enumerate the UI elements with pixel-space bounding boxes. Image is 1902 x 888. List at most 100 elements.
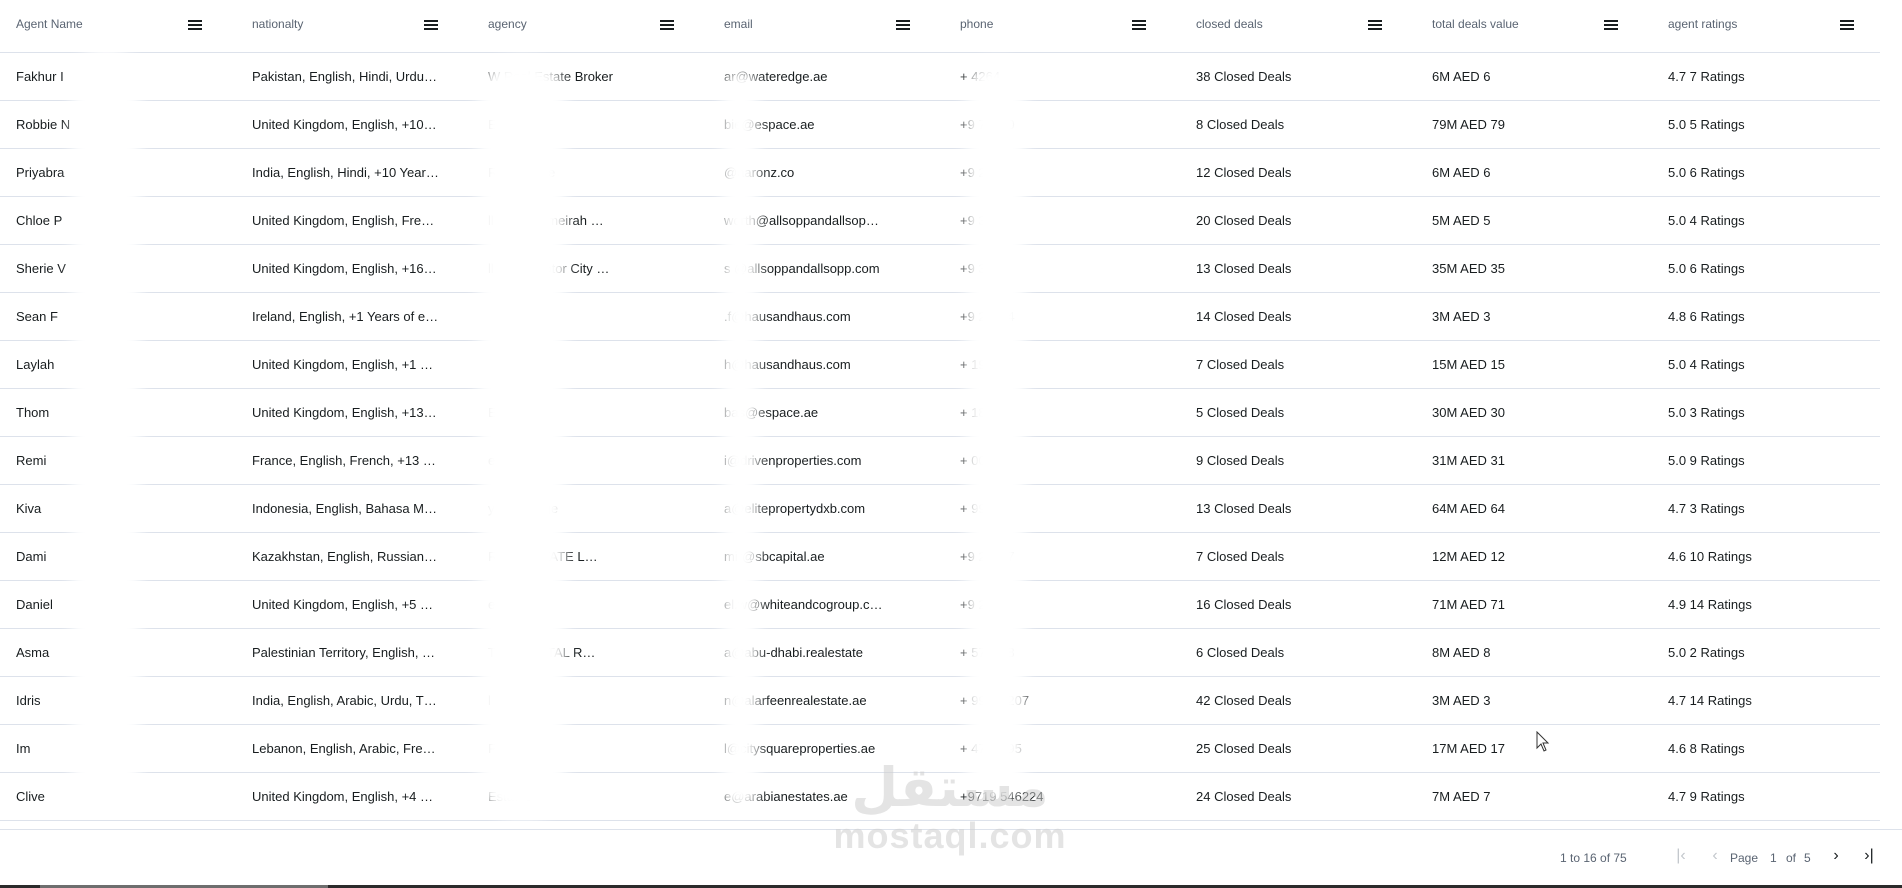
cell-total-deals-value: 64M AED 64 bbox=[1432, 501, 1505, 516]
column-menu-icon[interactable] bbox=[660, 18, 674, 32]
first-page-icon[interactable]: |‹ bbox=[1672, 847, 1690, 865]
column-header-closed-deals[interactable]: closed deals bbox=[1180, 0, 1408, 52]
column-header-label: email bbox=[724, 17, 753, 31]
table-row[interactable]: IdrisIndia, English, Arabic, Urdu, T…l E… bbox=[0, 677, 1880, 725]
column-header-label: nationalty bbox=[252, 17, 304, 31]
cell-total-deals-value: 71M AED 71 bbox=[1432, 597, 1505, 612]
cell-total-deals-value: 6M AED 6 bbox=[1432, 165, 1491, 180]
cell-total-deals-value: 3M AED 3 bbox=[1432, 309, 1491, 324]
cell-closed-deals: 7 Closed Deals bbox=[1196, 549, 1285, 564]
cell-total-deals-value: 15M AED 15 bbox=[1432, 357, 1505, 372]
table-row[interactable]: DanielUnited Kingdom, English, +5 …eal E… bbox=[0, 581, 1880, 629]
cell-closed-deals: 24 Closed Deals bbox=[1196, 789, 1292, 804]
cell-nationality: United Kingdom, English, +16… bbox=[252, 261, 437, 276]
previous-page-icon[interactable]: ‹ bbox=[1706, 847, 1724, 865]
column-menu-icon[interactable] bbox=[1604, 18, 1618, 32]
grid-header: Agent Name nationalty agency email phone clos… bbox=[0, 0, 1880, 53]
current-page-number: 1 bbox=[1770, 851, 1777, 865]
total-pages-number: 5 bbox=[1804, 851, 1811, 865]
table-row[interactable]: DamiKazakhstan, English, Russian…REAL ES… bbox=[0, 533, 1880, 581]
cell-agent-ratings: 5.0 6 Ratings bbox=[1668, 165, 1745, 180]
cell-total-deals-value: 79M AED 79 bbox=[1432, 117, 1505, 132]
column-header-label: total deals value bbox=[1432, 17, 1519, 31]
column-header-label: agent ratings bbox=[1668, 17, 1738, 31]
column-header-total-deals-value[interactable]: total deals value bbox=[1416, 0, 1644, 52]
cell-agent-ratings: 5.0 9 Ratings bbox=[1668, 453, 1745, 468]
table-row[interactable]: Robbie NUnited Kingdom, English, +10…Est… bbox=[0, 101, 1880, 149]
cell-total-deals-value: 31M AED 31 bbox=[1432, 453, 1505, 468]
column-header-label: Agent Name bbox=[16, 17, 83, 31]
cell-agent-ratings: 5.0 4 Ratings bbox=[1668, 213, 1745, 228]
cell-agent-ratings: 5.0 4 Ratings bbox=[1668, 357, 1745, 372]
column-header-email[interactable]: email bbox=[708, 0, 936, 52]
column-header-nationality[interactable]: nationalty bbox=[236, 0, 464, 52]
table-row[interactable]: Fakhur IPakistan, English, Hindi, Urdu…W… bbox=[0, 53, 1880, 101]
column-menu-icon[interactable] bbox=[1132, 18, 1146, 32]
cell-nationality: Ireland, English, +1 Years of e… bbox=[252, 309, 439, 324]
cell-total-deals-value: 17M AED 17 bbox=[1432, 741, 1505, 756]
watermark-logo: مستقل mostaql.com bbox=[830, 760, 1070, 856]
cell-nationality: United Kingdom, English, +13… bbox=[252, 405, 437, 420]
cell-total-deals-value: 30M AED 30 bbox=[1432, 405, 1505, 420]
column-menu-icon[interactable] bbox=[424, 18, 438, 32]
cell-closed-deals: 12 Closed Deals bbox=[1196, 165, 1292, 180]
cell-closed-deals: 13 Closed Deals bbox=[1196, 261, 1292, 276]
cell-total-deals-value: 6M AED 6 bbox=[1432, 69, 1491, 84]
privacy-smudge bbox=[72, 48, 140, 808]
cell-agent-ratings: 4.9 14 Ratings bbox=[1668, 597, 1752, 612]
cell-nationality: United Kingdom, English, Fre… bbox=[252, 213, 435, 228]
privacy-smudge bbox=[966, 60, 1026, 800]
cell-nationality: United Kingdom, English, +4 … bbox=[252, 789, 434, 804]
column-header-agent-ratings[interactable]: agent ratings bbox=[1652, 0, 1880, 52]
cell-total-deals-value: 3M AED 3 bbox=[1432, 693, 1491, 708]
cell-agent-ratings: 4.8 6 Ratings bbox=[1668, 309, 1745, 324]
table-row[interactable]: Laylah United Kingdom, English, +1 … h@hau… bbox=[0, 341, 1880, 389]
table-row[interactable]: RemiFrance, English, French, +13 …erties… bbox=[0, 437, 1880, 485]
table-row[interactable]: Chloe PUnited Kingdom, English, Fre…llso… bbox=[0, 197, 1880, 245]
cell-agent-ratings: 4.7 3 Ratings bbox=[1668, 501, 1745, 516]
cell-agent-ratings: 5.0 3 Ratings bbox=[1668, 405, 1745, 420]
cell-nationality: Indonesia, English, Bahasa M… bbox=[252, 501, 437, 516]
cell-closed-deals: 7 Closed Deals bbox=[1196, 357, 1285, 372]
cell-agent-ratings: 4.7 14 Ratings bbox=[1668, 693, 1752, 708]
cell-total-deals-value: 5M AED 5 bbox=[1432, 213, 1491, 228]
cell-total-deals-value: 7M AED 7 bbox=[1432, 789, 1491, 804]
cell-total-deals-value: 12M AED 12 bbox=[1432, 549, 1505, 564]
table-row[interactable]: ThomUnited Kingdom, English, +13…Estateb… bbox=[0, 389, 1880, 437]
cell-closed-deals: 13 Closed Deals bbox=[1196, 501, 1292, 516]
row-count-summary: 1 to 16 of 75 bbox=[1560, 851, 1627, 865]
next-page-icon[interactable]: › bbox=[1827, 847, 1845, 865]
cell-nationality: United Kingdom, English, +1 … bbox=[252, 357, 434, 372]
cell-agent-ratings: 5.0 6 Ratings bbox=[1668, 261, 1745, 276]
cell-closed-deals: 9 Closed Deals bbox=[1196, 453, 1285, 468]
cell-nationality: Lebanon, English, Arabic, Fre… bbox=[252, 741, 436, 756]
column-header-phone[interactable]: phone bbox=[944, 0, 1172, 52]
cell-closed-deals: 8 Closed Deals bbox=[1196, 117, 1285, 132]
cell-nationality: Kazakhstan, English, Russian… bbox=[252, 549, 437, 564]
table-row[interactable]: Sean F Ireland, English, +1 Years of e… .f… bbox=[0, 293, 1880, 341]
table-row[interactable]: Priyabra India, English, Hindi, +10 Year…… bbox=[0, 149, 1880, 197]
cell-agent-ratings: 5.0 5 Ratings bbox=[1668, 117, 1745, 132]
cell-closed-deals: 42 Closed Deals bbox=[1196, 693, 1292, 708]
column-menu-icon[interactable] bbox=[1840, 18, 1854, 32]
cell-nationality: United Kingdom, English, +5 … bbox=[252, 597, 434, 612]
column-header-agent-name[interactable]: Agent Name bbox=[0, 0, 228, 52]
column-menu-icon[interactable] bbox=[1368, 18, 1382, 32]
table-row[interactable]: AsmaPalestinian Territory, English, …TAN… bbox=[0, 629, 1880, 677]
of-label: of bbox=[1786, 851, 1797, 865]
cell-total-deals-value: 8M AED 8 bbox=[1432, 645, 1491, 660]
table-row[interactable]: Sherie VUnited Kingdom, English, +16…lls… bbox=[0, 245, 1880, 293]
column-menu-icon[interactable] bbox=[896, 18, 910, 32]
watermark-arabic: مستقل bbox=[851, 756, 1049, 819]
privacy-smudge bbox=[722, 70, 758, 810]
table-row[interactable]: KivaIndonesia, English, Bahasa M…y Broke… bbox=[0, 485, 1880, 533]
cell-closed-deals: 6 Closed Deals bbox=[1196, 645, 1285, 660]
column-menu-icon[interactable] bbox=[188, 18, 202, 32]
last-page-icon[interactable]: ›| bbox=[1860, 847, 1878, 865]
cell-agent-ratings: 4.6 8 Ratings bbox=[1668, 741, 1745, 756]
column-header-agency[interactable]: agency bbox=[472, 0, 700, 52]
cell-nationality: India, English, Arabic, Urdu, T… bbox=[252, 693, 437, 708]
cell-agent-ratings: 5.0 2 Ratings bbox=[1668, 645, 1745, 660]
cell-nationality: Pakistan, English, Hindi, Urdu… bbox=[252, 69, 437, 84]
cell-agent-ratings: 4.7 7 Ratings bbox=[1668, 69, 1745, 84]
